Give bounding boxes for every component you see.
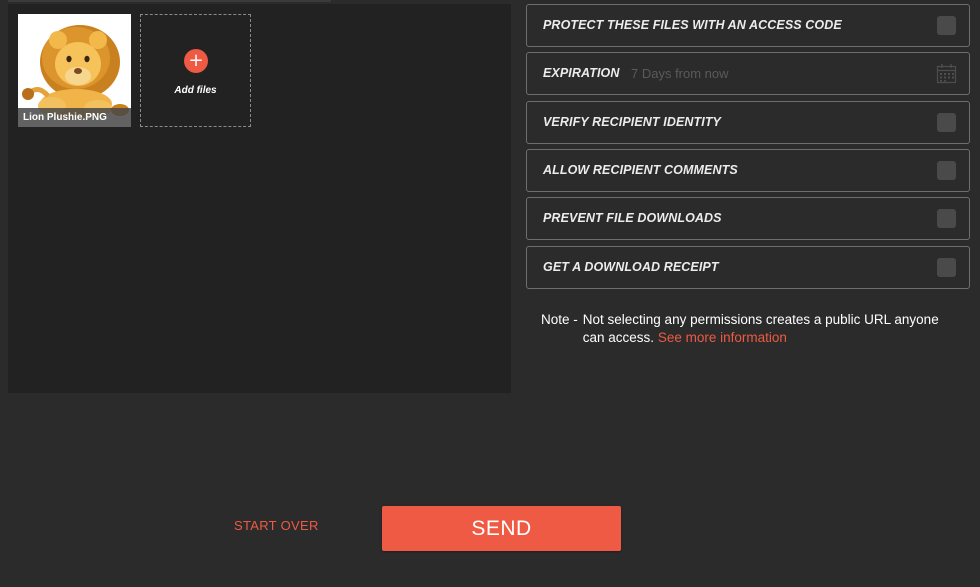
access-code-label: PROTECT THESE FILES WITH AN ACCESS CODE	[543, 18, 842, 32]
files-panel: Lion Plushie.PNG + Add files	[8, 4, 511, 393]
expiration-label: EXPIRATION	[543, 66, 620, 80]
expiration-option[interactable]: EXPIRATION 7 Days from now	[526, 52, 970, 95]
send-button[interactable]: SEND	[382, 506, 621, 551]
access-code-option[interactable]: PROTECT THESE FILES WITH AN ACCESS CODE	[526, 4, 970, 47]
prevent-downloads-checkbox[interactable]	[937, 209, 956, 228]
see-more-link[interactable]: See more information	[658, 330, 787, 345]
top-divider	[8, 0, 331, 2]
allow-comments-checkbox[interactable]	[937, 161, 956, 180]
file-tile[interactable]: Lion Plushie.PNG	[18, 14, 131, 127]
verify-identity-option[interactable]: VERIFY RECIPIENT IDENTITY	[526, 101, 970, 144]
start-over-link[interactable]: START OVER	[234, 518, 319, 533]
download-receipt-label: GET A DOWNLOAD RECEIPT	[543, 260, 719, 274]
add-files-button[interactable]: + Add files	[140, 14, 251, 127]
permissions-note: Note - Not selecting any permissions cre…	[541, 311, 961, 347]
allow-comments-option[interactable]: ALLOW RECIPIENT COMMENTS	[526, 149, 970, 192]
add-files-label: Add files	[174, 85, 217, 96]
access-code-checkbox[interactable]	[937, 16, 956, 35]
file-name: Lion Plushie.PNG	[18, 108, 131, 127]
verify-identity-label: VERIFY RECIPIENT IDENTITY	[543, 115, 721, 129]
plus-icon: +	[184, 49, 208, 73]
note-prefix: Note -	[541, 312, 578, 327]
download-receipt-option[interactable]: GET A DOWNLOAD RECEIPT	[526, 246, 970, 289]
expiration-value[interactable]: 7 Days from now	[631, 53, 729, 94]
prevent-downloads-option[interactable]: PREVENT FILE DOWNLOADS	[526, 197, 970, 240]
calendar-icon[interactable]	[936, 63, 957, 84]
allow-comments-label: ALLOW RECIPIENT COMMENTS	[543, 163, 738, 177]
download-receipt-checkbox[interactable]	[937, 258, 956, 277]
verify-identity-checkbox[interactable]	[937, 113, 956, 132]
prevent-downloads-label: PREVENT FILE DOWNLOADS	[543, 211, 722, 225]
